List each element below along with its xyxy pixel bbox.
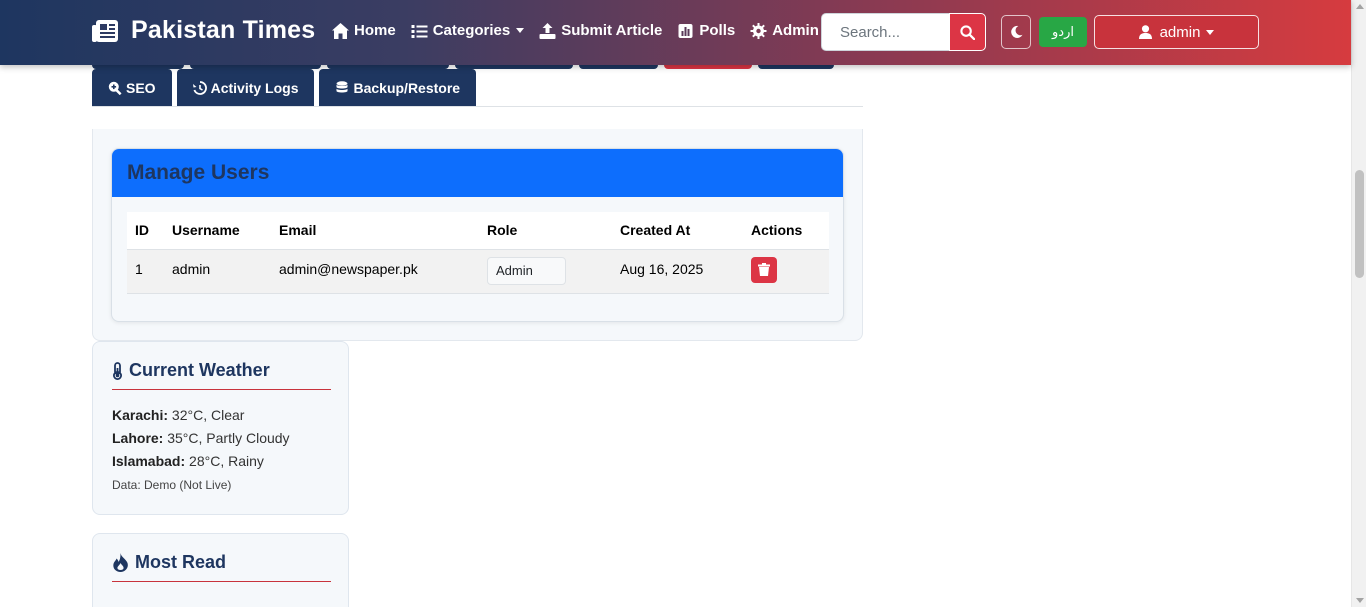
weather-value: 28°C, Rainy <box>189 453 264 469</box>
delete-user-button[interactable] <box>751 256 777 283</box>
column-header-created-at: Created At <box>612 212 743 250</box>
urdu-language-button[interactable]: اردو <box>1039 17 1087 47</box>
most-read-title: Most Read <box>112 552 226 573</box>
cell-username: admin <box>164 249 271 294</box>
weather-city: Islamabad: <box>112 453 186 469</box>
column-header-actions: Actions <box>743 212 829 250</box>
tab-seo-label: SEO <box>126 79 156 96</box>
table-row: 1 admin admin@newspaper.pk Admin Aug 16,… <box>127 249 829 294</box>
gear-icon <box>750 22 767 39</box>
thermometer-icon <box>113 361 122 380</box>
tab-activity-logs-label: Activity Logs <box>210 79 299 96</box>
search-input[interactable] <box>821 13 949 51</box>
fire-icon <box>113 553 128 572</box>
search-group <box>821 13 986 51</box>
weather-entry: Karachi: 32°C, Clear <box>112 407 244 423</box>
weather-title-text: Current Weather <box>129 360 270 380</box>
dark-mode-toggle[interactable] <box>1001 15 1031 49</box>
cell-actions <box>743 249 829 294</box>
cell-email: admin@newspaper.pk <box>271 249 479 294</box>
cell-created-at: Aug 16, 2025 <box>612 249 743 294</box>
upload-icon <box>539 22 556 39</box>
user-menu-label: admin <box>1159 23 1201 41</box>
role-select[interactable]: Admin <box>487 256 566 285</box>
most-read-widget: Most Read <box>92 533 349 607</box>
nav-admin[interactable]: Admin <box>750 22 819 39</box>
trash-icon <box>758 263 770 276</box>
weather-value: 35°C, Partly Cloudy <box>167 430 290 446</box>
tab-backup-restore[interactable]: Backup/Restore <box>319 69 477 106</box>
nav-polls[interactable]: Polls <box>677 22 735 39</box>
moon-icon <box>1010 25 1023 38</box>
weather-title: Current Weather <box>112 360 270 381</box>
admin-tabs: SEO Activity Logs Backup/Restore <box>92 69 481 106</box>
table-header-row: ID Username Email Role Created At Action… <box>127 212 829 250</box>
weather-widget: Current Weather Karachi: 32°C, Clear Lah… <box>92 341 349 515</box>
home-icon <box>332 22 349 39</box>
tab-backup-restore-label: Backup/Restore <box>353 79 461 96</box>
weather-note: Data: Demo (Not Live) <box>112 478 232 492</box>
brand[interactable]: Pakistan Times <box>92 16 315 45</box>
manage-users-header: Manage Users <box>112 149 843 197</box>
weather-entry: Islamabad: 28°C, Rainy <box>112 453 264 469</box>
search-button[interactable] <box>949 13 986 51</box>
search-plus-icon <box>108 81 122 95</box>
nav-home[interactable]: Home <box>332 22 396 39</box>
user-menu-button[interactable]: admin <box>1094 15 1259 49</box>
poll-icon <box>678 23 693 38</box>
weather-city: Lahore: <box>112 430 164 446</box>
top-navbar: Pakistan Times Home Categories Submit Ar… <box>0 0 1351 65</box>
nav-polls-label: Polls <box>699 22 736 39</box>
manage-users-card: Manage Users ID Username Email Role Crea… <box>111 148 844 322</box>
brand-name: Pakistan Times <box>131 16 316 44</box>
scroll-up-arrow-icon[interactable] <box>1356 4 1364 9</box>
nav-home-label: Home <box>354 22 396 39</box>
scroll-down-arrow-icon[interactable] <box>1356 598 1364 603</box>
nav-categories[interactable]: Categories <box>411 22 525 39</box>
chevron-down-icon <box>516 28 525 33</box>
nav-admin-label: Admin <box>772 22 819 39</box>
nav-submit-article[interactable]: Submit Article <box>539 22 662 39</box>
chevron-down-icon <box>1206 29 1215 35</box>
tab-activity-logs[interactable]: Activity Logs <box>176 69 315 106</box>
database-icon <box>336 80 348 92</box>
column-header-role: Role <box>479 212 612 250</box>
manage-users-title: Manage Users <box>127 161 270 184</box>
most-read-divider <box>112 581 331 582</box>
cell-role: Admin <box>479 249 612 294</box>
column-header-username: Username <box>164 212 271 250</box>
nav-links: Home Categories Submit Article Polls Adm… <box>332 22 834 39</box>
page-scrollbar[interactable] <box>1351 0 1366 607</box>
newspaper-icon <box>92 19 118 42</box>
user-icon <box>1138 25 1152 39</box>
weather-entry: Lahore: 35°C, Partly Cloudy <box>112 430 290 446</box>
nav-submit-article-label: Submit Article <box>561 22 663 39</box>
users-table: ID Username Email Role Created At Action… <box>127 212 829 294</box>
list-icon <box>411 24 428 38</box>
tabs-divider <box>92 106 863 107</box>
column-header-email: Email <box>271 212 479 250</box>
weather-city: Karachi: <box>112 407 169 423</box>
scrollbar-thumb[interactable] <box>1355 170 1364 278</box>
search-icon <box>960 24 975 40</box>
tab-seo[interactable]: SEO <box>92 69 172 106</box>
history-icon <box>192 80 207 95</box>
weather-value: 32°C, Clear <box>171 407 245 423</box>
weather-divider <box>112 389 331 390</box>
column-header-id: ID <box>127 212 164 250</box>
most-read-title-text: Most Read <box>135 552 227 572</box>
nav-categories-label: Categories <box>432 22 511 39</box>
cell-id: 1 <box>127 249 164 294</box>
